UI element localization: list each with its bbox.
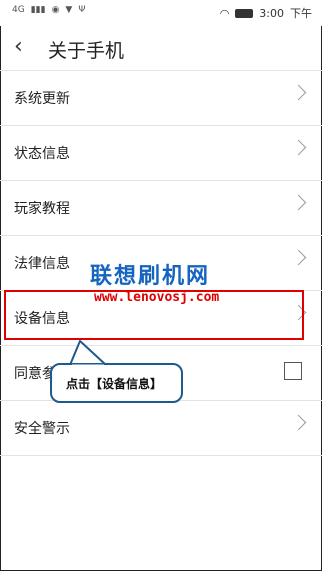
wifi-small-icon: ▼: [65, 5, 73, 15]
notification-icon: ◉: [51, 5, 60, 15]
watermark-title: 联想刷机网: [90, 264, 211, 289]
list-item-status-info[interactable]: 状态信息: [0, 126, 322, 181]
chevron-right-icon: [290, 84, 307, 101]
chevron-right-icon: [290, 139, 307, 156]
callout-text: 点击【设备信息】: [66, 377, 163, 391]
list-item-label: 玩家教程: [14, 201, 70, 217]
clock-time: 3:00: [259, 6, 284, 20]
wifi-icon: ◠: [219, 6, 230, 20]
list-item-label: 状态信息: [14, 146, 70, 162]
agree-checkbox[interactable]: [284, 362, 302, 380]
signal-icon: ▮▮▮: [30, 5, 46, 15]
usb-icon: Ψ: [78, 5, 86, 15]
watermark-url: www.lenovosj.com: [94, 290, 220, 305]
chevron-right-icon: [290, 194, 307, 211]
list-item-safety-warning[interactable]: 安全警示: [0, 401, 322, 456]
app-header: ‹ 关于手机: [0, 26, 322, 71]
list-item-tutorial[interactable]: 玩家教程: [0, 181, 322, 236]
battery-icon: [235, 8, 254, 18]
signal-label: 4G: [12, 5, 25, 15]
list-item-label: 安全警示: [14, 421, 70, 437]
list-item-label: 系统更新: [14, 91, 70, 107]
list-item-system-update[interactable]: 系统更新: [0, 71, 322, 126]
page-title: 关于手机: [48, 40, 125, 62]
chevron-right-icon: [290, 414, 307, 431]
chevron-right-icon: [290, 249, 307, 266]
list-item-label: 法律信息: [14, 256, 70, 272]
callout-bubble: 点击【设备信息】: [50, 363, 183, 403]
back-arrow-icon[interactable]: ‹: [14, 34, 23, 59]
clock-ampm: 下午: [290, 7, 312, 20]
status-bar: 4G ▮▮▮ ◉ ▼ Ψ ◠ 3:00 下午: [0, 0, 322, 26]
